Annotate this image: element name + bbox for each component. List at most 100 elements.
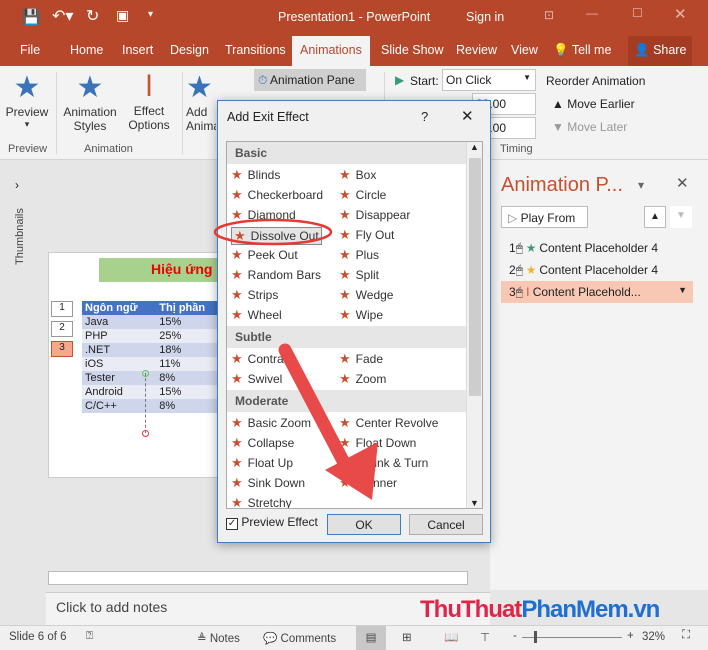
dialog-close-icon[interactable]: ✕ (461, 107, 474, 125)
help-button[interactable]: ? (421, 109, 428, 124)
effect-item[interactable]: ★ Stretchy (231, 495, 292, 508)
scroll-up-icon[interactable]: ▲ (470, 142, 479, 152)
effect-item[interactable]: ★ Sink Down (231, 475, 305, 491)
effect-item[interactable]: ★ Disappear (339, 207, 410, 223)
redo-icon[interactable]: ↻ (86, 6, 99, 26)
tab-slide-show[interactable]: Slide Show (381, 43, 444, 57)
animation-tag[interactable]: 1 (51, 301, 73, 317)
comments-button[interactable]: 💬 Comments (263, 631, 336, 645)
effect-item[interactable]: ★ Basic Zoom (231, 415, 311, 431)
effect-item-selected[interactable]: ★ Dissolve Out (231, 227, 322, 245)
pane-options-icon[interactable]: ▾ (638, 178, 644, 192)
tell-me-box[interactable]: 💡 Tell me (553, 43, 611, 58)
effect-item[interactable]: ★ Wheel (231, 307, 282, 323)
effect-item[interactable]: ★ Strips (231, 287, 278, 303)
sign-in-link[interactable]: Sign in (466, 10, 504, 24)
preview-button[interactable]: ★ Preview ▾ (4, 70, 50, 130)
animation-tag[interactable]: 2 (51, 321, 73, 337)
effect-item[interactable]: ★ Zoom (339, 371, 386, 387)
tab-view[interactable]: View (511, 43, 538, 57)
start-slideshow-icon[interactable]: ▣ (116, 7, 129, 24)
effect-item[interactable]: ★ Float Up (231, 455, 293, 471)
effect-item[interactable]: ★ Random Bars (231, 267, 321, 283)
effect-item[interactable]: ★ Box (339, 167, 376, 183)
effect-item[interactable]: ★ Peek Out (231, 247, 298, 263)
effect-item[interactable]: ★ Wipe (339, 307, 383, 323)
path-end-marker[interactable] (142, 430, 149, 437)
tab-file[interactable]: File (20, 43, 40, 57)
effect-item[interactable]: ★ Shrink & Turn (339, 455, 428, 471)
notes-button[interactable]: ≜ Notes (197, 631, 240, 645)
animation-styles-button[interactable]: ★ Animation Styles (60, 70, 120, 133)
close-icon[interactable]: ✕ (674, 5, 687, 23)
effect-item[interactable]: ★ Plus (339, 247, 379, 263)
spelling-icon[interactable]: ⍰ (86, 630, 93, 643)
effect-item[interactable]: ★ Collapse (231, 435, 294, 451)
zoom-slider-thumb[interactable] (534, 631, 537, 643)
scroll-down-icon[interactable]: ▼ (470, 498, 479, 508)
preview-effect-checkbox[interactable]: ✓ Preview Effect (226, 515, 318, 530)
move-later-button[interactable]: ▼ Move Later (552, 120, 627, 134)
animation-tag-selected[interactable]: 3 (51, 341, 73, 357)
share-button[interactable]: 👤 Share (628, 36, 693, 66)
play-from-button[interactable]: ▷ Play From (501, 206, 588, 228)
expand-thumbnails-icon[interactable]: › (15, 178, 19, 192)
slideshow-view-icon[interactable]: ⊤ (480, 630, 490, 644)
undo-icon[interactable]: ↶▾ (52, 6, 73, 26)
start-dropdown[interactable]: On Click ▼ (442, 69, 536, 91)
add-animation-button[interactable]: ★Add Animation (186, 70, 216, 133)
tab-insert[interactable]: Insert (122, 43, 153, 57)
move-down-button[interactable]: ▼ (670, 206, 692, 228)
animation-pane-button[interactable]: ⏱ Animation Pane (254, 69, 366, 91)
animation-item[interactable]: 1🖱 ★ Content Placeholder 4 (501, 238, 693, 258)
customize-qat-icon[interactable]: ▾ (148, 9, 153, 20)
save-icon[interactable]: 💾 (22, 8, 41, 26)
tab-transitions[interactable]: Transitions (225, 43, 286, 57)
cancel-button[interactable]: Cancel (409, 514, 483, 535)
motion-path[interactable] (145, 373, 146, 433)
effect-item[interactable]: ★ Center Revolve (339, 415, 438, 431)
effect-list[interactable]: Basic ★ Blinds ★ Box ★ Checkerboard ★ Circle ★ Dia… (226, 141, 483, 509)
thumbnails-label[interactable]: Thumbnails (14, 208, 26, 265)
effect-item[interactable]: ★ Fade (339, 351, 383, 367)
normal-view-icon[interactable]: ▤ (356, 626, 386, 650)
ribbon-display-icon[interactable]: ⊡ (544, 8, 554, 22)
move-up-button[interactable]: ▲ (644, 206, 666, 228)
effect-item[interactable]: ★ Wedge (339, 287, 393, 303)
maximize-icon[interactable]: ☐ (632, 6, 643, 20)
animation-item-selected[interactable]: 3🖱 ǀ Content Placehold... ▼ (501, 281, 693, 303)
zoom-level[interactable]: 32% (642, 631, 665, 643)
tab-design[interactable]: Design (170, 43, 209, 57)
pane-close-icon[interactable]: ✕ (676, 174, 689, 192)
effect-item[interactable]: ★ Float Down (339, 435, 416, 451)
path-start-marker[interactable] (142, 370, 149, 377)
zoom-slider[interactable] (522, 631, 622, 643)
effect-options-button[interactable]: ǀ Effect Options (122, 70, 176, 132)
zoom-in-button[interactable]: + (627, 630, 634, 642)
effect-item[interactable]: ★ Diamond (231, 207, 296, 223)
item-dropdown-icon[interactable]: ▼ (678, 285, 687, 295)
effect-item[interactable]: ★ Contract (231, 351, 293, 367)
horizontal-scrollbar[interactable] (48, 571, 468, 585)
effect-item[interactable]: ★ Swivel (231, 371, 282, 387)
slide-canvas[interactable]: Hiệu ứng 1 2 3 Ngôn ngữ Thị phần Java 15% … (48, 252, 222, 478)
move-earlier-button[interactable]: ▲ Move Earlier (552, 97, 635, 111)
effect-item[interactable]: ★ Circle (339, 187, 386, 203)
reading-view-icon[interactable]: 📖 (444, 630, 458, 644)
slide-sorter-icon[interactable]: ⊞ (402, 630, 412, 644)
effect-item[interactable]: ★ Split (339, 267, 379, 283)
animation-item[interactable]: 2🖱 ★ Content Placeholder 4 (501, 260, 693, 280)
ok-button[interactable]: OK (327, 514, 401, 535)
tab-review[interactable]: Review (456, 43, 497, 57)
effect-item[interactable]: ★ Checkerboard (231, 187, 323, 203)
effect-item[interactable]: ★ Spinner (339, 475, 397, 491)
minimize-icon[interactable]: — (586, 6, 598, 20)
tab-home[interactable]: Home (70, 43, 103, 57)
fit-slide-icon[interactable]: ⛶ (682, 629, 690, 642)
zoom-out-button[interactable]: - (513, 630, 517, 642)
tab-animations[interactable]: Animations (292, 36, 370, 66)
effect-item[interactable]: ★ Blinds (231, 167, 280, 183)
list-scrollbar[interactable]: ▲ ▼ (466, 142, 482, 508)
scroll-thumb[interactable] (469, 158, 481, 396)
effect-item[interactable]: ★ Fly Out (339, 227, 394, 243)
